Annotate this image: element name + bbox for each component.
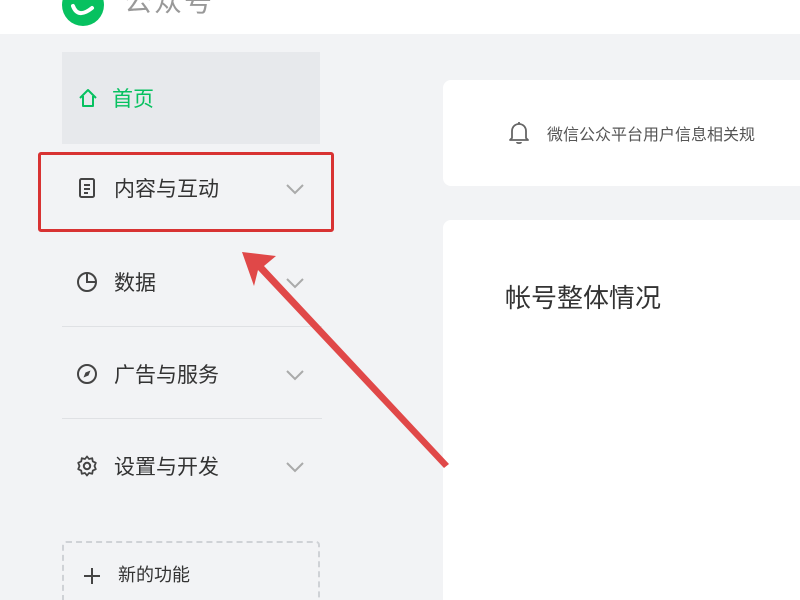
sidebar-item-label: 广告与服务: [114, 363, 219, 387]
chevron-down-icon[interactable]: [282, 270, 308, 296]
account-overview-card: 帐号整体情况: [443, 220, 800, 600]
chevron-down-icon[interactable]: [282, 454, 308, 480]
pie-chart-icon: [74, 269, 100, 295]
bell-icon: [505, 119, 533, 147]
wechat-logo-icon: [62, 0, 104, 26]
plus-icon: [80, 564, 104, 588]
sidebar-item-ads-services[interactable]: 广告与服务: [62, 342, 320, 406]
sidebar-item-label: 设置与开发: [114, 455, 219, 479]
sidebar-item-settings-dev[interactable]: 设置与开发: [62, 434, 320, 498]
gear-icon: [74, 453, 100, 479]
sidebar-item-label: 数据: [114, 271, 156, 295]
highlight-annotation-box: [38, 152, 334, 232]
new-feature-button[interactable]: 新的功能: [62, 541, 320, 600]
sidebar-divider: [62, 326, 322, 327]
sidebar: 首页 内容与互动 数据 广告与服务 设置与开发 新的功能: [0, 34, 340, 600]
section-title: 帐号整体情况: [505, 284, 662, 314]
chevron-down-icon[interactable]: [282, 362, 308, 388]
top-bar: 公众号: [0, 0, 800, 34]
compass-icon: [74, 361, 100, 387]
sidebar-item-label: 首页: [112, 87, 154, 111]
notice-banner[interactable]: 微信公众平台用户信息相关规: [443, 80, 800, 186]
sidebar-divider: [62, 418, 322, 419]
sidebar-item-home[interactable]: 首页: [62, 52, 320, 144]
app-title: 公众号: [124, 0, 215, 18]
home-icon: [76, 86, 100, 110]
new-feature-label: 新的功能: [118, 565, 190, 586]
sidebar-item-data[interactable]: 数据: [62, 250, 320, 314]
notice-text: 微信公众平台用户信息相关规: [547, 125, 756, 144]
